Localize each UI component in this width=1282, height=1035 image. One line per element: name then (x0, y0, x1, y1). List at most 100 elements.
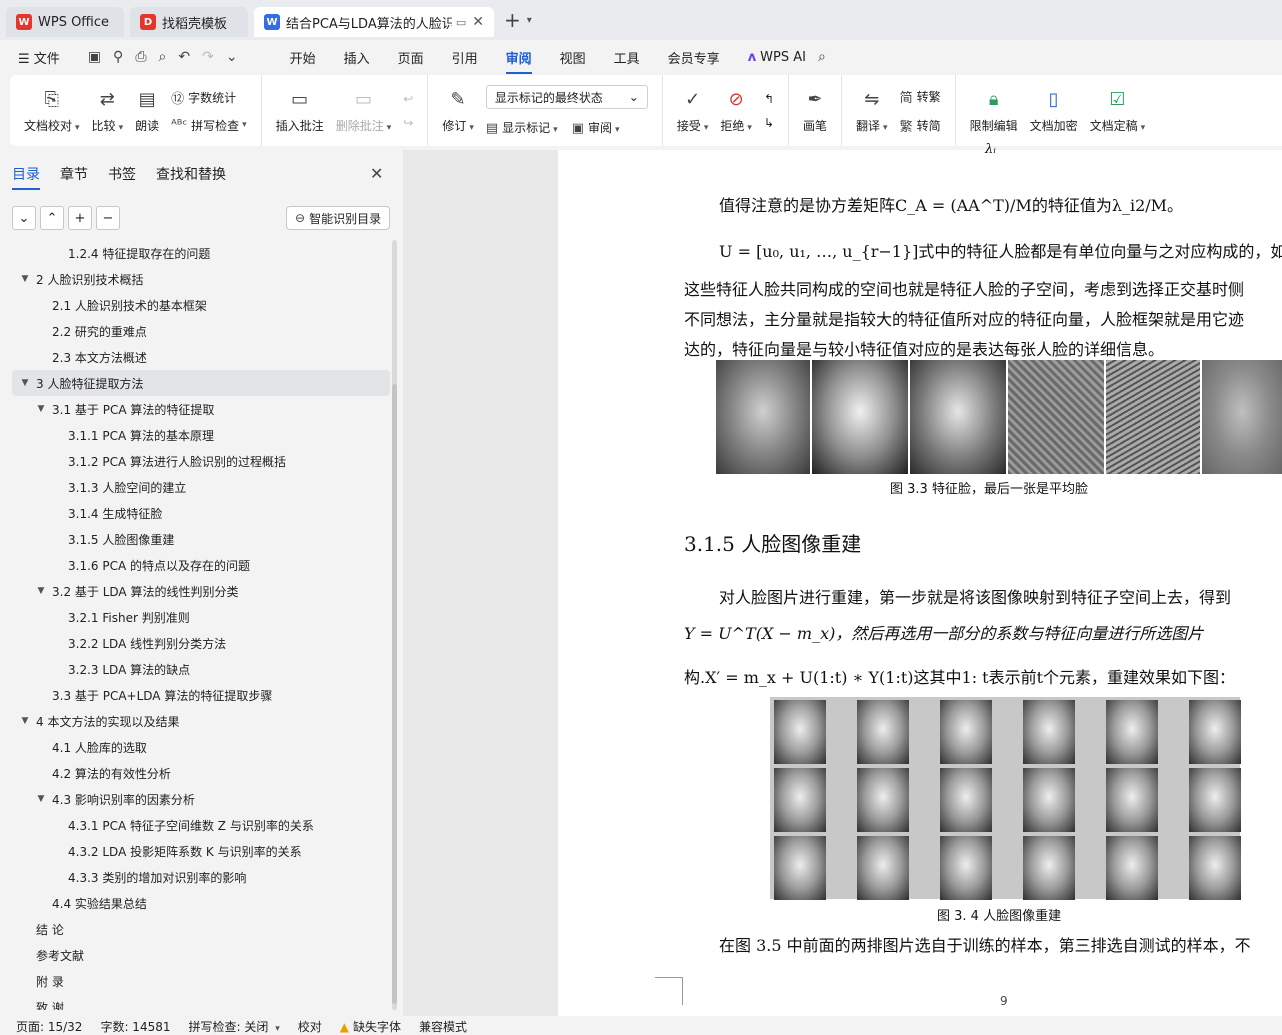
toc-item[interactable]: ▼ 3.1 基于 PCA 算法的特征提取 (12, 396, 390, 422)
read-aloud-button[interactable]: ▤ 朗读 (129, 75, 165, 146)
compare-button[interactable]: ⇄ 比较 ▾ (86, 75, 130, 146)
close-tab-icon[interactable]: ✕ (472, 14, 484, 30)
toc-item[interactable]: 3.2.3 LDA 算法的缺点 (12, 656, 390, 682)
collapse-icon[interactable]: ⌃ (40, 206, 64, 230)
print-preview-icon[interactable]: ⌕ (159, 49, 167, 65)
doc-check-button[interactable]: ⎘ 文档校对 ▾ (18, 75, 86, 146)
toc-item[interactable]: ▼ 2 人脸识别技术概括 (12, 266, 390, 292)
expand-arrow-icon[interactable]: ▼ (18, 378, 32, 388)
toc-item[interactable]: 3.1.4 生成特征脸 (12, 500, 390, 526)
delete-comment-button[interactable]: ▭ 删除批注 ▾ (330, 75, 398, 146)
toc-item[interactable]: 3.1.3 人脸空间的建立 (12, 474, 390, 500)
redo-icon[interactable]: ↷ (202, 49, 214, 65)
menu-home[interactable]: 开始 (290, 48, 316, 67)
doc-finalize-button[interactable]: ☑ 文档定稿 ▾ (1084, 75, 1152, 146)
show-markup-button[interactable]: ▤ 显示标记 ▾ (486, 119, 558, 136)
review-pane-button[interactable]: ▣ 审阅 ▾ (572, 119, 620, 136)
restrict-edit-button[interactable]: 🔒︎ 限制编辑 (964, 75, 1024, 146)
expand-arrow-icon[interactable]: ▼ (34, 404, 48, 414)
track-changes-button[interactable]: ✎ 修订 ▾ (436, 75, 480, 146)
menu-member[interactable]: 会员专享 (668, 48, 720, 67)
toc-item[interactable]: 3.1.2 PCA 算法进行人脸识别的过程概括 (12, 448, 390, 474)
toc-item[interactable]: 3.1.1 PCA 算法的基本原理 (12, 422, 390, 448)
toc-item[interactable]: ▼ 3.2 基于 LDA 算法的线性判别分类 (12, 578, 390, 604)
toc-scrollbar-thumb[interactable] (392, 384, 397, 1004)
tab-document[interactable]: W 结合PCA与LDA算法的人脸识别 ▭ ✕ (254, 7, 494, 37)
expand-arrow-icon[interactable]: ▼ (18, 274, 32, 284)
toc-item[interactable]: 参考文献 (12, 942, 390, 968)
reject-button[interactable]: ⊘ 拒绝 ▾ (714, 75, 758, 146)
undo-icon[interactable]: ↶ (178, 49, 190, 65)
expand-arrow-icon[interactable]: ▼ (34, 586, 48, 596)
spell-check-status[interactable]: 拼写检查: 关闭 ▾ (189, 1018, 280, 1035)
close-icon[interactable]: ✕ (370, 164, 383, 183)
toc-item[interactable]: 4.1 人脸库的选取 (12, 734, 390, 760)
translate-button[interactable]: ⇋ 翻译 ▾ (850, 75, 894, 146)
toc-item[interactable]: 4.4 实验结果总结 (12, 890, 390, 916)
menu-view[interactable]: 视图 (560, 48, 586, 67)
expand-arrow-icon[interactable]: ▼ (34, 794, 48, 804)
tab-bookmarks[interactable]: 书签 (108, 164, 136, 184)
toc-item[interactable]: 3.2.1 Fisher 判别准则 (12, 604, 390, 630)
toc-item[interactable]: 3.1.6 PCA 的特点以及存在的问题 (12, 552, 390, 578)
share-icon[interactable]: ⚲ (113, 49, 123, 65)
chevron-down-icon[interactable]: ▾ (527, 15, 532, 26)
toc-item[interactable]: 致 谢 (12, 994, 390, 1011)
search-icon[interactable]: ⌕ (818, 49, 826, 65)
markup-state-select[interactable]: 显示标记的最终状态 ⌄ (485, 85, 648, 109)
tab-docer-templates[interactable]: D 找稻壳模板 (130, 7, 248, 37)
remove-icon[interactable]: − (96, 206, 120, 230)
next-comment-icon[interactable]: ↪ (403, 116, 413, 130)
toc-item[interactable]: 2.2 研究的重难点 (12, 318, 390, 344)
to-traditional-button[interactable]: 简转繁 (900, 87, 941, 106)
next-change-icon[interactable]: ↳ (764, 116, 774, 130)
add-icon[interactable]: + (68, 206, 92, 230)
toc-item[interactable]: 2.3 本文方法概述 (12, 344, 390, 370)
previous-comment-icon[interactable]: ↩ (403, 92, 413, 106)
toc-item[interactable]: 附 录 (12, 968, 390, 994)
toc-item[interactable]: 4.3.1 PCA 特征子空间维数 Z 与识别率的关系 (12, 812, 390, 838)
tab-toc[interactable]: 目录 (12, 164, 40, 190)
toc-item[interactable]: 1.2.4 特征提取存在的问题 (12, 240, 390, 266)
pen-button[interactable]: ✒ 画笔 (797, 75, 833, 146)
tab-find-replace[interactable]: 查找和替换 (156, 164, 226, 184)
word-count-status[interactable]: 字数: 14581 (100, 1018, 170, 1035)
toc-item[interactable]: 3.2.2 LDA 线性判别分类方法 (12, 630, 390, 656)
smart-toc-button[interactable]: ⊖ 智能识别目录 (286, 206, 391, 230)
page-indicator[interactable]: 页面: 15/32 (16, 1018, 82, 1035)
proof-status[interactable]: 校对 (298, 1018, 322, 1035)
tab-sections[interactable]: 章节 (60, 164, 88, 184)
insert-comment-button[interactable]: ▭ 插入批注 (270, 75, 330, 146)
more-chevron-icon[interactable]: ⌄ (226, 49, 238, 65)
missing-font-status[interactable]: ▲ 缺失字体 (340, 1018, 401, 1035)
wps-ai-button[interactable]: ʌ WPS AI (748, 50, 806, 65)
save-icon[interactable]: ▣ (88, 49, 101, 65)
file-menu[interactable]: ☰ 文件 (18, 48, 60, 67)
word-count-button[interactable]: ⑫ 字数统计 (171, 88, 247, 107)
toc-item[interactable]: 4.2 算法的有效性分析 (12, 760, 390, 786)
tab-wps-office[interactable]: W WPS Office (6, 7, 124, 37)
toc-item[interactable]: 4.3.3 类别的增加对识别率的影响 (12, 864, 390, 890)
doc-encrypt-button[interactable]: ▯ 文档加密 (1024, 75, 1084, 146)
menu-references[interactable]: 引用 (452, 48, 478, 67)
toc-item[interactable]: ▼ 4.3 影响识别率的因素分析 (12, 786, 390, 812)
expand-arrow-icon[interactable]: ▼ (18, 716, 32, 726)
accept-button[interactable]: ✓ 接受 ▾ (671, 75, 715, 146)
toc-item[interactable]: 4.3.2 LDA 投影矩阵系数 K 与识别率的关系 (12, 838, 390, 864)
menu-tools[interactable]: 工具 (614, 48, 640, 67)
previous-change-icon[interactable]: ↰ (764, 92, 774, 106)
toc-item[interactable]: 3.3 基于 PCA+LDA 算法的特征提取步骤 (12, 682, 390, 708)
toc-item[interactable]: 2.1 人脸识别技术的基本框架 (12, 292, 390, 318)
menu-insert[interactable]: 插入 (344, 48, 370, 67)
spell-check-button[interactable]: ᴬᴮᶜ 拼写检查 ▾ (171, 117, 247, 134)
menu-page[interactable]: 页面 (398, 48, 424, 67)
toc-item[interactable]: ▼ 4 本文方法的实现以及结果 (12, 708, 390, 734)
to-simplified-button[interactable]: 繁转简 (900, 116, 941, 135)
toc-item[interactable]: 结 论 (12, 916, 390, 942)
print-icon[interactable]: ⎙ (135, 49, 146, 65)
toc-item[interactable]: ▼ 3 人脸特征提取方法 (12, 370, 390, 396)
new-tab-plus-icon[interactable]: + (504, 8, 521, 32)
menu-review[interactable]: 审阅 (505, 48, 532, 74)
expand-icon[interactable]: ⌄ (12, 206, 36, 230)
toc-item[interactable]: 3.1.5 人脸图像重建 (12, 526, 390, 552)
